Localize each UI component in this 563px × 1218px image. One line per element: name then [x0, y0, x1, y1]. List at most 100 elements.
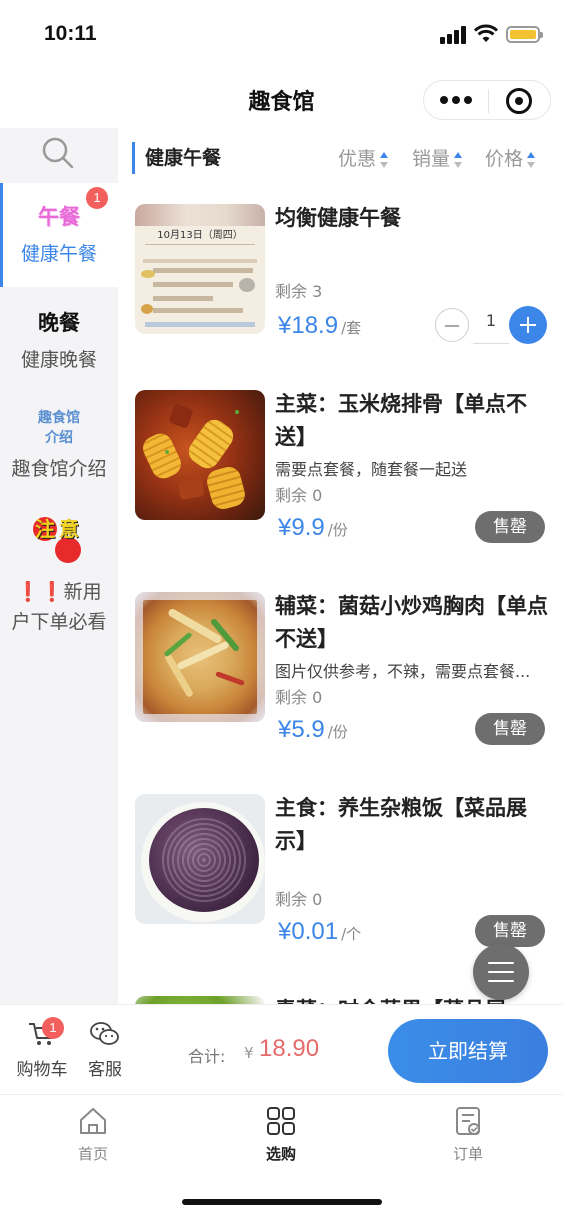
vegetable-image	[135, 996, 265, 1004]
cart-bar: 1 购物车 客服 合计: ¥ 18.90 立即结算	[0, 1004, 563, 1094]
customer-service-button[interactable]: 客服	[80, 1021, 130, 1080]
service-label: 客服	[88, 1060, 122, 1080]
sidebar-item-about[interactable]: 趣食馆 介绍 趣食馆介绍	[0, 390, 118, 490]
tab-home[interactable]: 首页	[48, 1105, 138, 1164]
checkout-button[interactable]: 立即结算	[388, 1019, 548, 1083]
sidebar-item-label: 趣食馆介绍	[11, 458, 107, 480]
product-item[interactable]: 10月13日（周四） 均衡健康午餐 剩余 3 ¥18.9/套 1	[118, 188, 563, 388]
currency-symbol: ¥	[278, 918, 292, 945]
product-stock: 剩余 3	[275, 282, 323, 301]
product-name: 均衡健康午餐	[275, 206, 401, 230]
increase-button[interactable]	[509, 306, 547, 344]
product-name: 主食：养生杂粮饭【菜品展示】	[275, 796, 527, 853]
sidebar-item-label: ❗❗新用户下单必看	[11, 581, 107, 633]
floating-menu-button[interactable]	[473, 944, 529, 1000]
price-unit: /份	[327, 521, 348, 539]
sort-arrows-icon	[380, 149, 389, 171]
filter-bar: 健康午餐 优惠 销量 价格	[118, 128, 563, 188]
total-currency: ¥	[244, 1044, 254, 1062]
corn-ribs-image	[135, 390, 265, 520]
price-unit: /份	[327, 723, 348, 741]
sidebar-item-label: 健康午餐	[20, 243, 97, 265]
wechat-icon	[90, 1022, 119, 1045]
product-item[interactable]: 主菜：玉米烧排骨【单点不送】 需要点套餐，随套餐一起送 剩余 0 ¥9.9/份 …	[118, 374, 563, 574]
product-name: 辅菜：菌菇小炒鸡胸肉【单点不送】	[275, 594, 548, 651]
wifi-icon	[474, 24, 498, 42]
capsule-divider	[488, 89, 489, 113]
cellular-signal-icon	[440, 26, 468, 44]
sort-arrows-icon	[454, 149, 463, 171]
home-icon	[80, 1108, 106, 1134]
soldout-badge: 售罄	[475, 915, 545, 947]
sort-label: 价格	[485, 148, 524, 170]
product-price: ¥5.9/份	[278, 716, 348, 744]
sort-label: 销量	[412, 148, 451, 170]
tab-orders[interactable]: 订单	[423, 1105, 513, 1164]
sort-price[interactable]: 价格	[485, 144, 536, 171]
product-description: 图片仅供参考，不辣，需要点套餐...	[275, 662, 531, 681]
cart-button[interactable]: 1 购物车	[12, 1017, 72, 1080]
product-stock: 剩余 0	[275, 688, 323, 707]
order-icon	[456, 1107, 480, 1135]
menu-date: 10月13日（周四）	[157, 230, 243, 241]
dinner-icon: 晚餐	[38, 311, 80, 335]
notice-icon: 注意	[31, 515, 87, 567]
search-icon	[42, 137, 74, 169]
status-bar: 10:11	[0, 0, 563, 70]
category-title: 健康午餐	[132, 142, 221, 174]
status-time: 10:11	[44, 22, 97, 45]
product-price: ¥9.9/份	[278, 514, 348, 542]
soldout-badge: 售罄	[475, 511, 545, 543]
tab-label: 首页	[77, 1145, 108, 1163]
chicken-mushroom-image	[135, 592, 265, 722]
mini-program-capsule	[423, 80, 551, 120]
product-name: 主菜：玉米烧排骨【单点不送】	[275, 392, 527, 449]
tab-shop[interactable]: 选购	[236, 1105, 326, 1164]
sidebar-item-label: 健康晚餐	[20, 349, 97, 371]
product-description: 需要点套餐，随套餐一起送	[275, 460, 468, 479]
close-miniprogram-icon[interactable]	[506, 88, 532, 114]
sort-sales[interactable]: 销量	[412, 144, 463, 171]
sidebar-item-notice[interactable]: 注意 ❗❗新用户下单必看	[0, 503, 118, 643]
currency-symbol: ¥	[278, 312, 292, 339]
product-price: ¥18.9/套	[278, 312, 361, 340]
currency-symbol: ¥	[278, 716, 292, 743]
product-stock: 剩余 0	[275, 890, 323, 909]
nav-bar: 趣食馆	[0, 70, 563, 128]
sort-arrows-icon	[527, 149, 536, 171]
category-sidebar: 午餐 健康午餐 1 晚餐 健康晚餐 趣食馆 介绍 趣食馆介绍 注意 ❗❗新用户下…	[0, 128, 118, 1004]
search-button[interactable]	[0, 128, 118, 183]
menu-image: 10月13日（周四）	[135, 204, 265, 334]
more-icon[interactable]	[440, 96, 474, 106]
total-amount: 18.90	[259, 1035, 320, 1062]
total-label: 合计:	[188, 1047, 226, 1066]
decrease-button[interactable]	[435, 308, 469, 342]
product-item[interactable]: 辅菜：菌菇小炒鸡胸肉【单点不送】 图片仅供参考，不辣，需要点套餐... 剩余 0…	[118, 576, 563, 776]
price-value: 0.01	[291, 918, 339, 945]
grain-rice-image	[135, 794, 265, 924]
price-value: 18.9	[291, 312, 339, 339]
quantity-stepper: 1	[435, 306, 547, 346]
product-price: ¥0.01/个	[278, 918, 361, 946]
quantity-value[interactable]: 1	[473, 306, 509, 344]
about-icon: 趣食馆 介绍	[38, 410, 80, 446]
battery-icon	[506, 26, 543, 43]
sidebar-item-lunch[interactable]: 午餐 健康午餐 1	[0, 183, 118, 287]
price-value: 5.9	[291, 716, 325, 743]
product-stock: 剩余 0	[275, 486, 323, 505]
price-unit: /个	[341, 925, 362, 943]
cart-label: 购物车	[16, 1060, 68, 1080]
price-unit: /套	[341, 319, 362, 337]
sidebar-item-dinner[interactable]: 晚餐 健康晚餐	[0, 287, 118, 383]
notice-icon-text: 注意	[35, 517, 83, 541]
currency-symbol: ¥	[278, 514, 292, 541]
sort-discount[interactable]: 优惠	[338, 144, 389, 171]
product-list: 10月13日（周四） 均衡健康午餐 剩余 3 ¥18.9/套 1 主菜：玉米烧排…	[118, 188, 563, 1004]
cart-badge: 1	[42, 1017, 64, 1039]
sidebar-badge: 1	[86, 187, 108, 209]
home-indicator	[182, 1199, 382, 1205]
soldout-badge: 售罄	[475, 713, 545, 745]
tab-label: 选购	[265, 1145, 296, 1163]
price-value: 9.9	[291, 514, 325, 541]
sort-label: 优惠	[338, 148, 377, 170]
